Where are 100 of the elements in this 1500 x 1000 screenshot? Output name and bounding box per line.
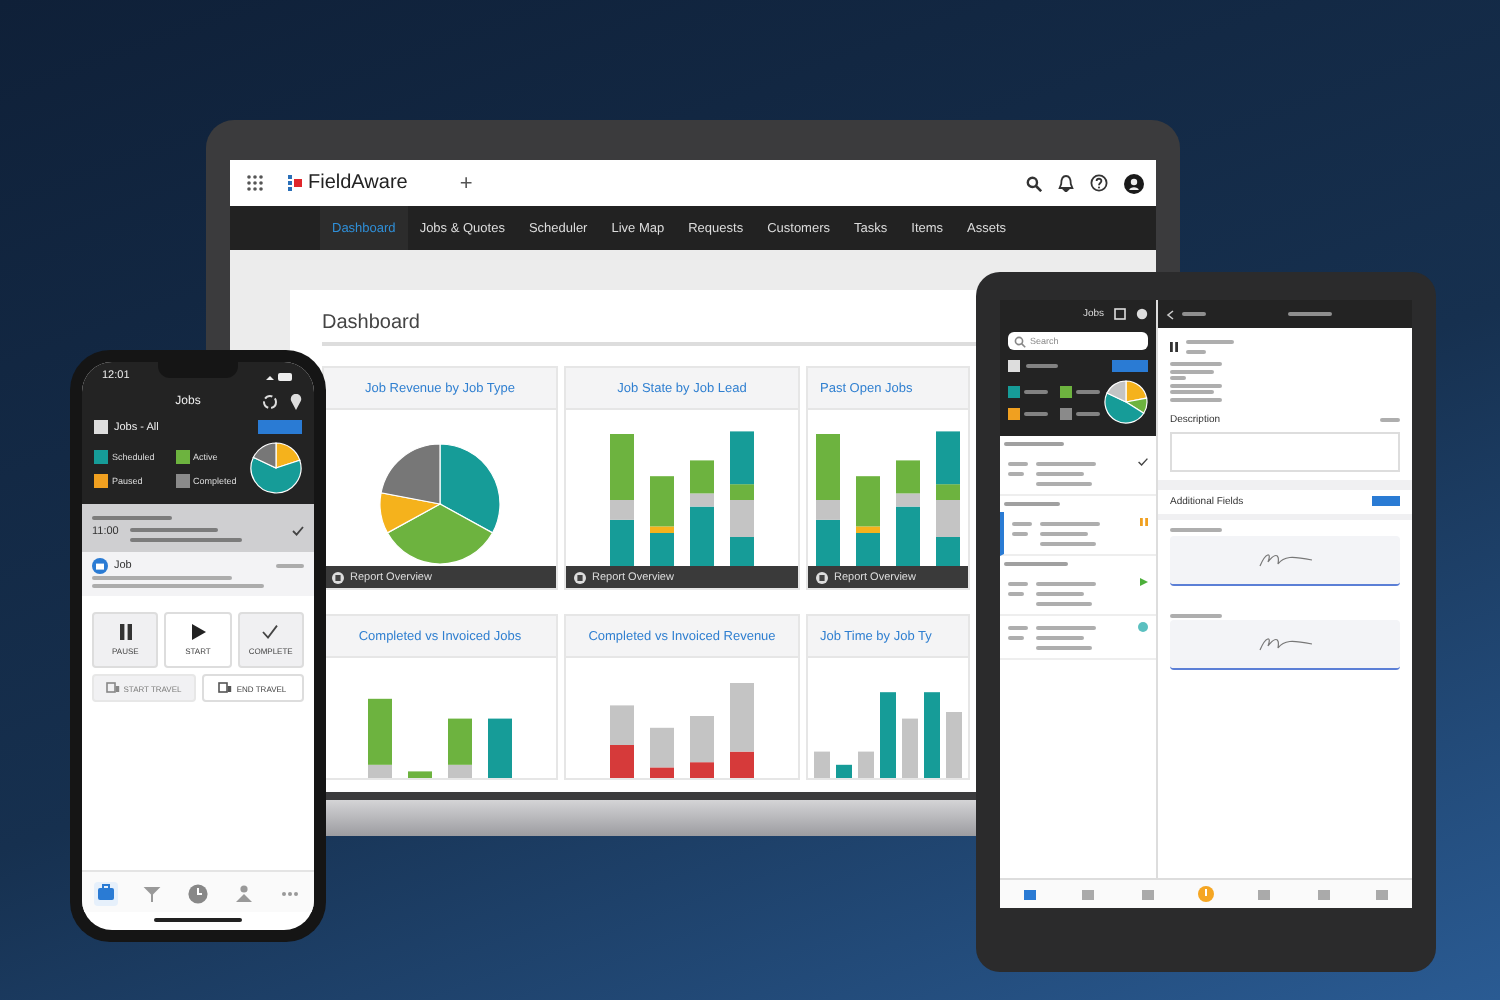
report-icon	[816, 571, 828, 583]
person-icon	[234, 884, 255, 904]
tab-bar-item[interactable]	[93, 882, 118, 906]
blurred-text-line	[1036, 471, 1084, 475]
start-icon	[189, 624, 206, 640]
pie-chart-drawing	[378, 442, 502, 566]
check-icon	[292, 525, 304, 535]
bell-icon[interactable]	[1058, 174, 1074, 192]
job-icon	[92, 557, 108, 573]
blurred-text-line	[130, 528, 219, 532]
blurred-text-line	[1012, 521, 1032, 525]
blurred-text-line	[1170, 528, 1222, 532]
blurred-text-line	[1008, 461, 1028, 465]
tab-icon[interactable]	[1082, 889, 1095, 899]
pie-chart-drawing	[1104, 380, 1148, 424]
tab-icon[interactable]	[1023, 889, 1036, 899]
blurred-text-line	[1036, 601, 1092, 605]
blurred-text-line	[1170, 613, 1222, 617]
search-icon[interactable]	[1026, 175, 1042, 191]
signature-pad[interactable]	[1170, 535, 1400, 585]
app-logo: FieldAware	[308, 172, 408, 194]
blurred-text-line	[1012, 531, 1028, 535]
blurred-text-line	[1036, 581, 1096, 585]
bar-chart-drawing	[610, 430, 754, 566]
blurred-text-line	[1036, 591, 1084, 595]
avatar-icon[interactable]	[1124, 173, 1144, 193]
blurred-text-line	[1036, 461, 1096, 465]
blurred-text-line	[1026, 364, 1058, 368]
blurred-text-line	[1036, 625, 1096, 629]
battery-icon	[266, 371, 294, 381]
blurred-text-line	[1036, 645, 1092, 649]
blurred-text-line	[1008, 625, 1028, 629]
blurred-text-line	[1040, 531, 1088, 535]
blurred-text-line	[1186, 349, 1206, 353]
logo-mark-icon	[288, 174, 302, 192]
blurred-text-line	[1024, 411, 1048, 415]
blurred-text-line	[1004, 562, 1068, 566]
blurred-text-line	[1040, 541, 1096, 545]
alert-icon[interactable]	[1197, 886, 1214, 902]
blurred-text-line	[1380, 417, 1400, 421]
bar-chart-drawing	[368, 698, 512, 778]
blurred-text-line	[1075, 411, 1099, 415]
help-icon[interactable]	[1090, 174, 1108, 192]
blurred-text-line	[1024, 389, 1048, 393]
blurred-text-line	[1004, 502, 1060, 506]
vehicle-icon	[218, 682, 233, 694]
tab-bar-item[interactable]	[185, 882, 210, 906]
report-icon	[332, 571, 344, 583]
tab-bar-item[interactable]	[139, 882, 164, 906]
blurred-text-line	[130, 538, 243, 542]
pause-icon	[1170, 341, 1178, 351]
tab-bar-item[interactable]	[232, 882, 257, 906]
complete-icon	[262, 624, 279, 640]
blurred-text-line	[1008, 635, 1024, 639]
blurred-text-line	[1170, 376, 1186, 380]
tab-icon[interactable]	[1258, 889, 1271, 899]
blurred-text-line	[1170, 383, 1222, 387]
blurred-text-line	[92, 576, 232, 580]
blurred-text-line	[1170, 369, 1214, 373]
apps-grid-icon[interactable]	[246, 174, 264, 192]
blurred-text-line	[1170, 362, 1222, 366]
blurred-text-line	[1036, 481, 1092, 485]
vehicle-icon	[105, 682, 120, 694]
blurred-text-line	[92, 515, 172, 519]
check-icon	[1138, 458, 1148, 466]
blurred-text-line	[1040, 521, 1100, 525]
bar-chart-drawing	[610, 682, 754, 778]
blurred-text-line	[1004, 442, 1064, 446]
signature-drawing	[1255, 634, 1315, 654]
play-icon	[1140, 578, 1148, 586]
blurred-text-line	[1186, 339, 1234, 343]
signature-pad[interactable]	[1170, 620, 1400, 670]
status-icon	[1138, 622, 1148, 632]
blurred-text-line	[1008, 591, 1024, 595]
tab-icon[interactable]	[1141, 889, 1154, 899]
bar-chart-drawing	[816, 430, 960, 566]
description-field[interactable]	[1170, 431, 1400, 471]
blurred-text-line	[1170, 397, 1222, 401]
tab-icon[interactable]	[1376, 889, 1389, 899]
home-indicator	[154, 918, 242, 922]
blurred-text-line	[1170, 390, 1214, 394]
filter-icon	[141, 884, 162, 904]
blurred-text-line	[1008, 471, 1024, 475]
report-icon	[574, 571, 586, 583]
blurred-text-line	[1075, 389, 1099, 393]
tab-icon[interactable]	[1317, 889, 1330, 899]
back-icon[interactable]	[1166, 309, 1174, 319]
briefcase-icon	[95, 884, 116, 904]
blurred-text-line	[1008, 581, 1028, 585]
add-button[interactable]: +	[459, 171, 473, 195]
search-icon	[1014, 335, 1026, 347]
signature-drawing	[1255, 549, 1315, 569]
pause-icon	[117, 624, 134, 640]
pie-chart-drawing	[250, 442, 302, 494]
pause-icon	[1140, 518, 1148, 526]
blurred-text-line	[1036, 635, 1084, 639]
blurred-text-line	[1182, 312, 1206, 316]
blurred-text-line	[276, 563, 304, 567]
blurred-text-line	[1287, 312, 1331, 316]
clock-icon	[187, 884, 208, 904]
